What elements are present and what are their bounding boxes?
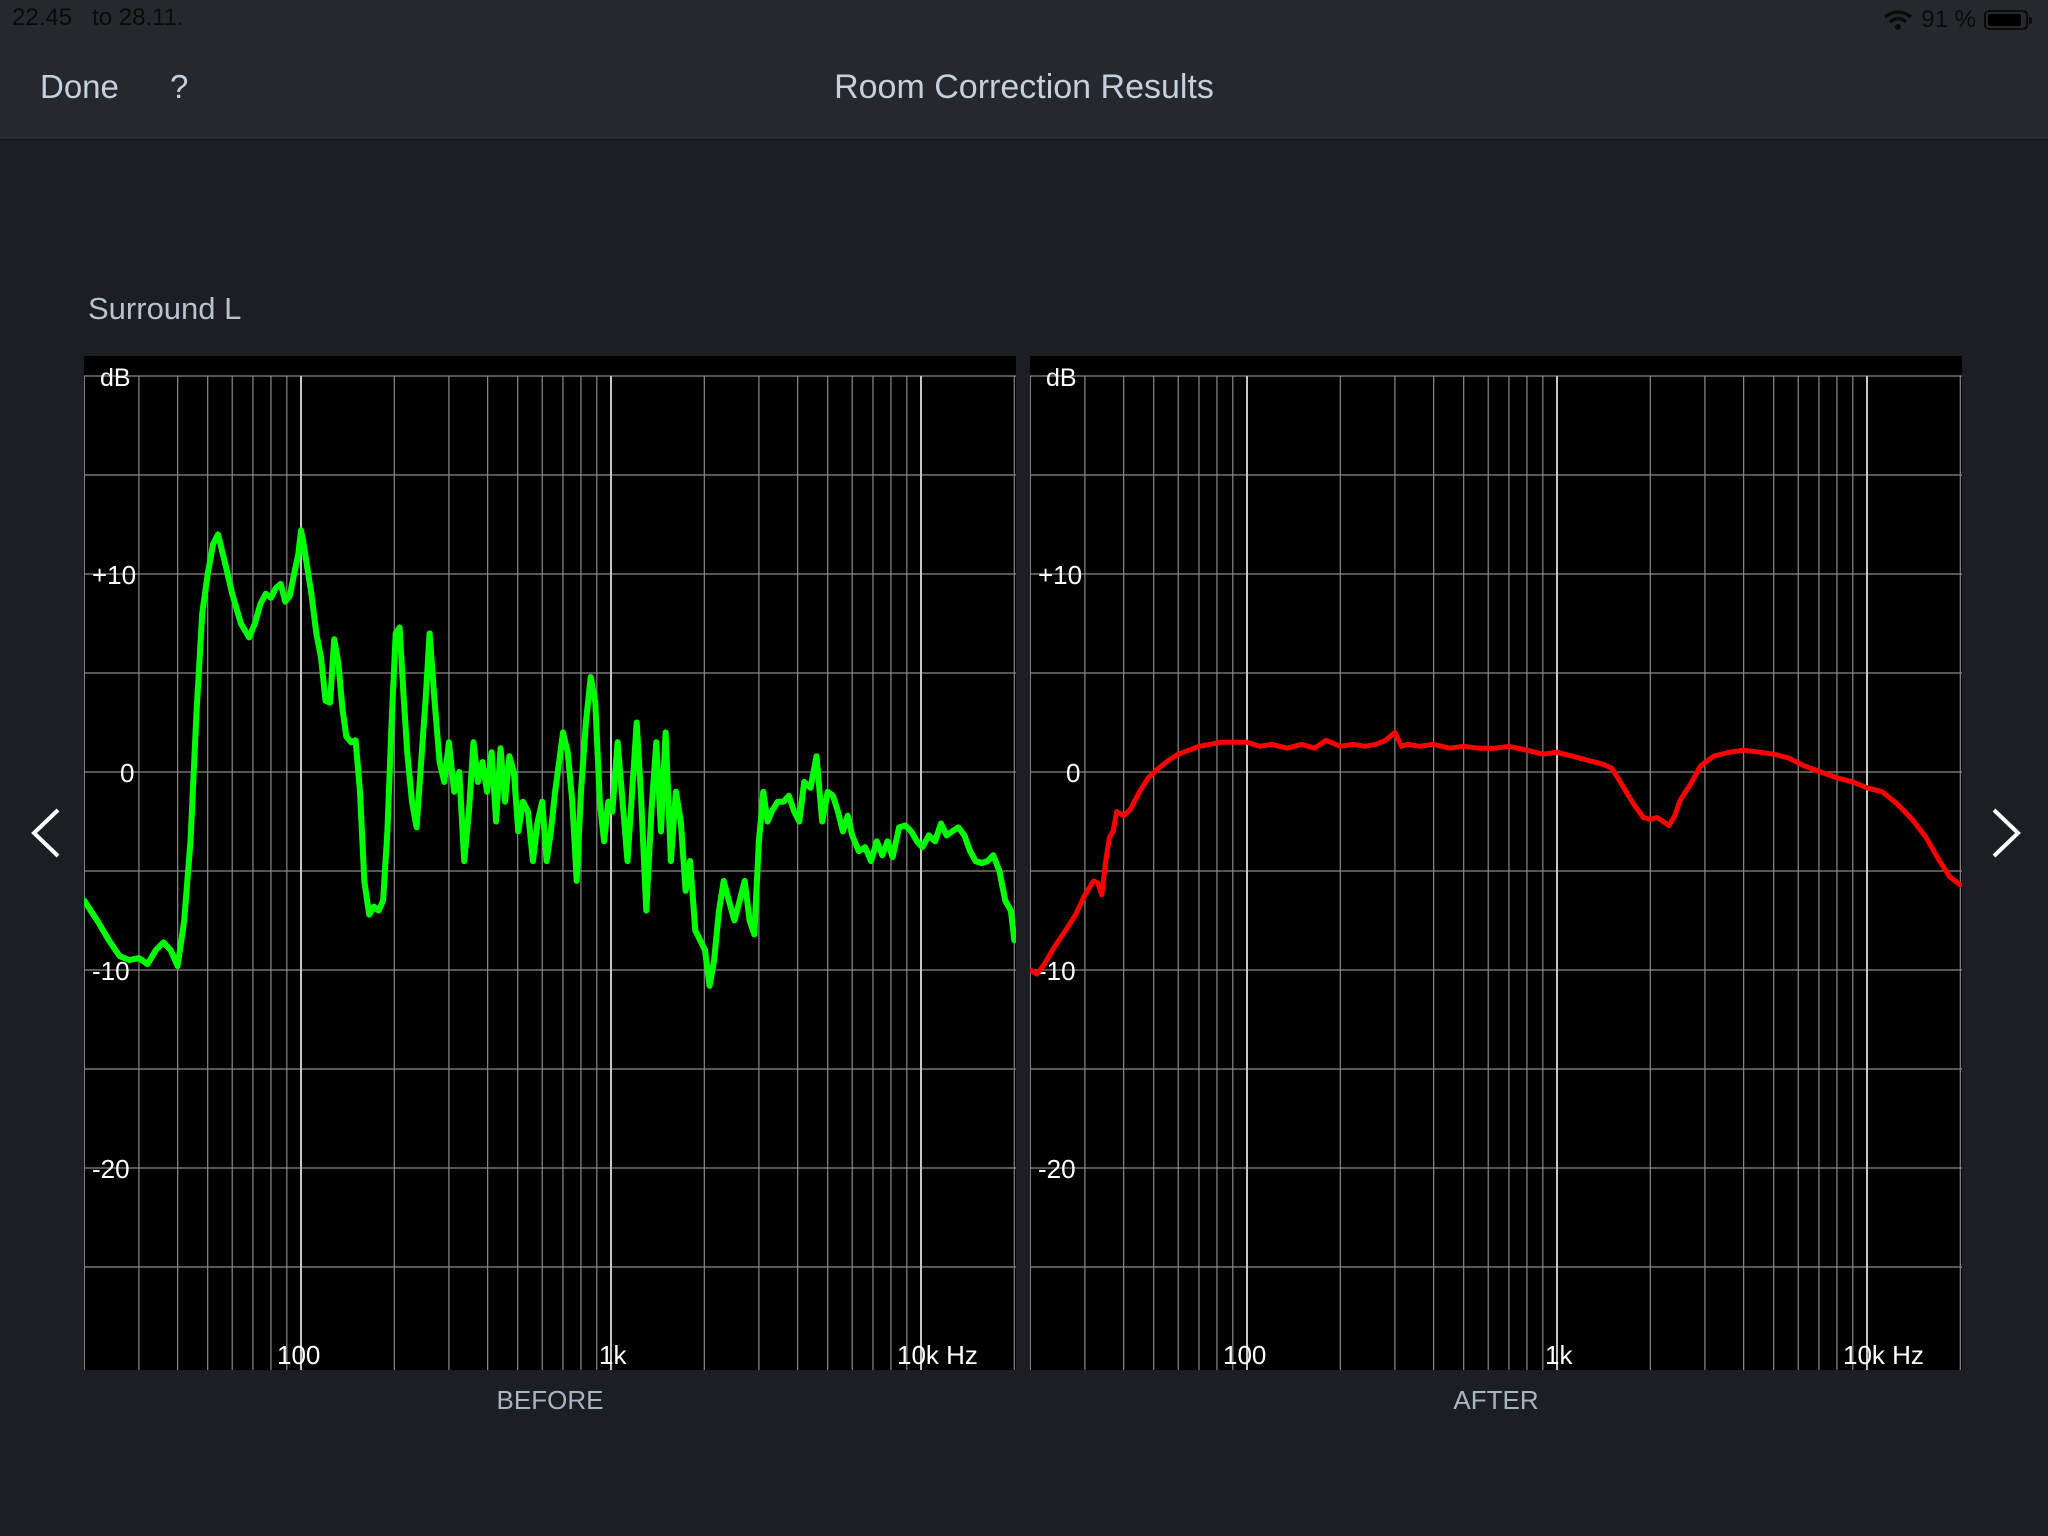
- wifi-icon: [1884, 10, 1913, 30]
- x-tick-label: 10k Hz: [897, 1340, 978, 1370]
- y-tick-label: +10: [1038, 560, 1082, 590]
- status-clock: 22.45: [12, 4, 73, 31]
- before-chart-svg: dB+100-10-20100 1k 10k Hz: [84, 364, 1016, 1370]
- status-date: to 28.11.: [92, 4, 184, 31]
- y-tick-label: 0: [1066, 758, 1080, 788]
- speaker-name: Surround L: [88, 291, 242, 326]
- after-caption: AFTER: [1453, 1385, 1539, 1415]
- response-curve: [1030, 729, 1962, 977]
- status-indicators: 91 %: [1883, 6, 2032, 34]
- x-tick-label: 1k: [1545, 1340, 1573, 1370]
- y-tick-label: -20: [1038, 1154, 1076, 1184]
- x-tick-label: 10k Hz: [1843, 1340, 1924, 1370]
- chevron-left-icon[interactable]: [22, 800, 72, 860]
- x-tick-label: 100: [1223, 1340, 1266, 1370]
- response-curve: [84, 527, 1016, 989]
- navigation-bar: Done ? Room Correction Results: [0, 40, 2048, 140]
- y-tick-label: -20: [92, 1154, 130, 1184]
- before-caption: BEFORE: [496, 1385, 604, 1415]
- x-tick-label: 100: [277, 1340, 320, 1370]
- after-chart-svg: dB+100-10-20100 1k 10k Hz: [1030, 364, 1962, 1370]
- before-chart: dB +10 0 -10 -20 100 1k 10k Hz: [84, 356, 1016, 1370]
- chevron-right-icon[interactable]: [1980, 800, 2030, 860]
- status-time: 22.45 to 28.11.: [12, 4, 184, 32]
- x-tick-label: 1k: [599, 1340, 627, 1370]
- y-tick-label: 0: [120, 758, 134, 788]
- page-title: Room Correction Results: [834, 68, 1214, 106]
- y-unit-label: dB: [1046, 364, 1077, 392]
- status-bar: 22.45 to 28.11. 91 %: [0, 0, 2048, 40]
- after-chart: dB +10 0 -10 -20 100 1k 10k Hz: [1030, 356, 1962, 1370]
- y-tick-label: +10: [92, 560, 136, 590]
- battery-fill: [1988, 14, 2021, 26]
- y-unit-label: dB: [100, 364, 131, 392]
- battery-percent: 91 %: [1921, 6, 1976, 33]
- battery-nub: [2029, 17, 2032, 24]
- battery-icon: [1984, 10, 2032, 30]
